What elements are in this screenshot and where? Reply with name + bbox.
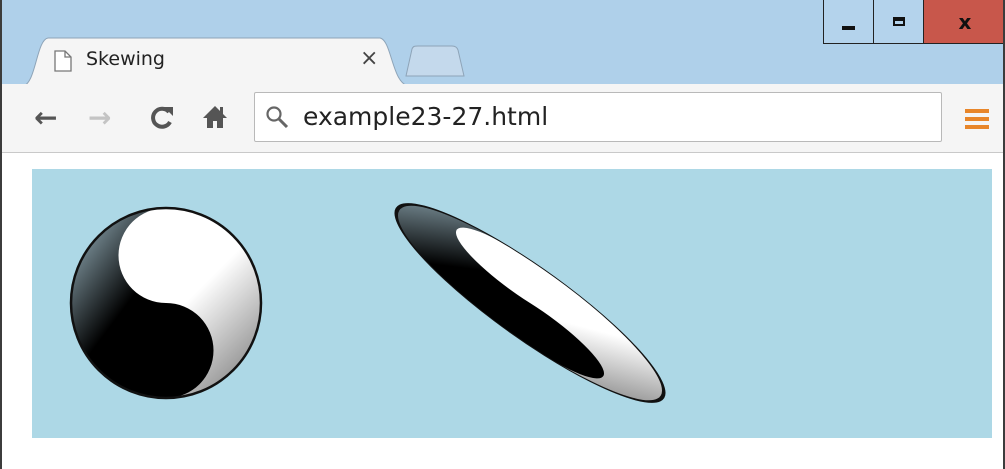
tab-shape [22, 37, 411, 86]
window-controls: x [823, 0, 1003, 46]
forward-button[interactable]: → [88, 104, 111, 132]
menu-icon[interactable] [965, 109, 989, 135]
reload-icon [151, 106, 173, 129]
tab-title: Skewing [86, 48, 165, 70]
yin-yang-skewed [380, 169, 680, 438]
maximize-icon [892, 17, 905, 26]
tab-skewing[interactable]: Skewing × [22, 36, 412, 86]
title-bar: x Skewing × [2, 0, 1003, 86]
home-icon [203, 106, 227, 128]
back-button[interactable]: ← [34, 104, 57, 132]
yin-yang-normal [69, 206, 263, 400]
reload-button[interactable] [148, 104, 176, 137]
url-text: example23-27.html [303, 102, 549, 131]
canvas-drawing [69, 169, 680, 438]
address-bar[interactable]: example23-27.html [254, 92, 942, 142]
maximize-button[interactable] [873, 0, 924, 44]
drawing-canvas [32, 169, 992, 438]
new-tab-button[interactable] [402, 45, 468, 81]
tab-close-button[interactable]: × [360, 46, 378, 71]
minimize-button[interactable] [823, 0, 874, 44]
home-button[interactable] [202, 104, 228, 135]
close-icon: x [958, 9, 972, 34]
page-content [2, 153, 1003, 469]
search-icon [265, 105, 291, 135]
browser-window: x Skewing × ← → example23-27.html [0, 0, 1005, 469]
minimize-icon [842, 25, 855, 30]
toolbar: ← → example23-27.html [2, 84, 1003, 153]
close-window-button[interactable]: x [923, 0, 1003, 44]
